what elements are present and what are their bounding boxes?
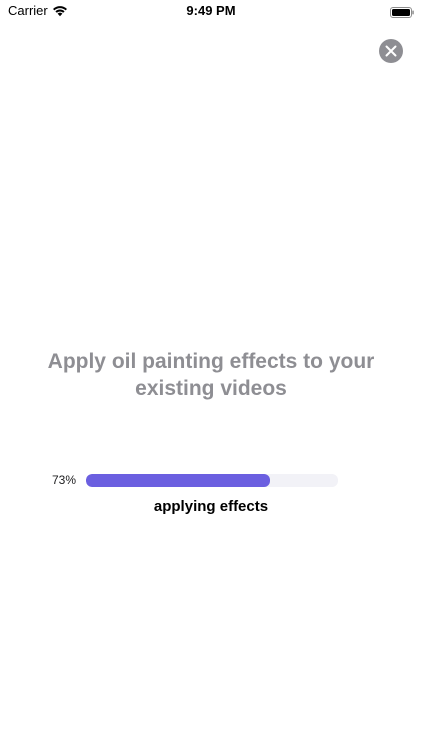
progress-percent: 73% [52,473,77,487]
battery-icon [390,5,414,18]
headline: Apply oil painting effects to your exist… [47,350,375,400]
progress-bar [86,474,338,487]
progress-fill [86,474,270,487]
close-icon [385,45,397,57]
progress-status: applying effects [153,498,269,515]
status-time: 9:49 PM [186,3,236,18]
status-bar: Carrier 9:49 PM [0,0,422,22]
close-button[interactable] [379,39,403,63]
